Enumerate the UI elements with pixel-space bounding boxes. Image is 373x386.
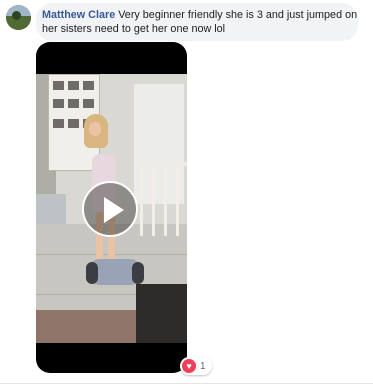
scene-spindle [140, 166, 143, 236]
scene-photo [68, 81, 79, 90]
scene-photo [68, 119, 79, 128]
video-player[interactable] [36, 42, 187, 373]
scene-hoverboard-wheel [86, 262, 98, 284]
commenter-avatar[interactable] [6, 5, 31, 30]
scene-stair-rail [136, 162, 187, 166]
heart-icon: ♥ [182, 359, 196, 373]
scene-spindle [152, 166, 155, 236]
scene-foreground-shadow [136, 284, 187, 343]
play-button[interactable] [82, 181, 138, 237]
scene-photo [53, 81, 64, 90]
reaction-count: 1 [200, 360, 206, 372]
scene-spindle [176, 166, 179, 236]
play-icon [104, 197, 124, 223]
scene-hoverboard-wheel [132, 262, 144, 284]
scene-photo [68, 99, 79, 108]
divider [0, 383, 373, 384]
scene-photo [83, 81, 94, 90]
comment-author-link[interactable]: Matthew Clare [42, 9, 115, 21]
scene-spindle [164, 166, 167, 236]
reaction-summary[interactable]: ♥ 1 [180, 357, 212, 375]
scene-photo [53, 119, 64, 128]
avatar-tree [12, 11, 21, 20]
scene-photo [83, 99, 94, 108]
comment-bubble: Matthew Clare Very beginner friendly she… [36, 3, 358, 41]
scene-child-face [89, 122, 101, 136]
scene-photo [53, 99, 64, 108]
